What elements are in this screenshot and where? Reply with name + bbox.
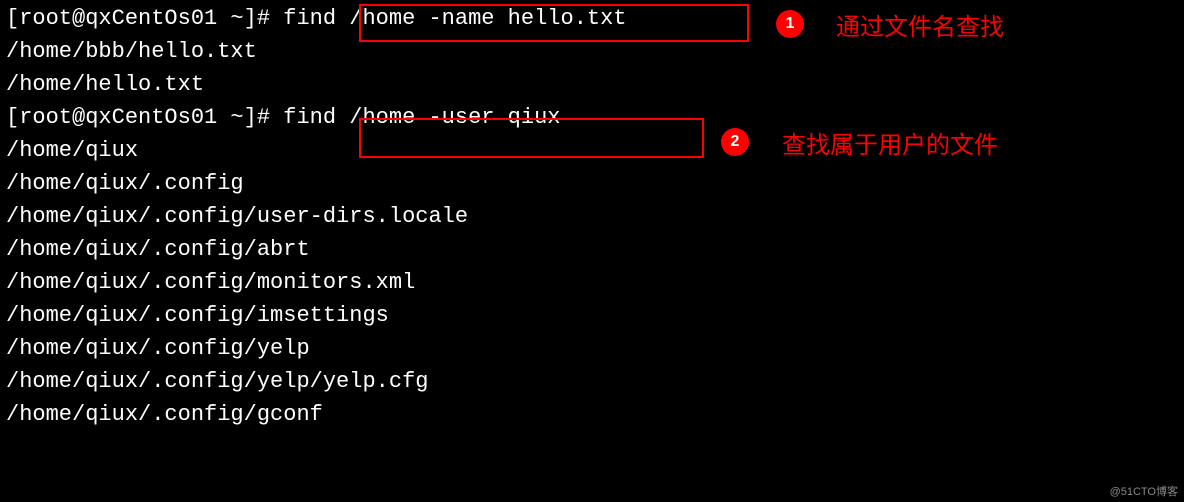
output-line: /home/qiux/.config/yelp xyxy=(6,332,1178,365)
output-line: /home/qiux xyxy=(6,134,1178,167)
badge-2: 2 xyxy=(721,128,749,156)
output-line: /home/qiux/.config/imsettings xyxy=(6,299,1178,332)
command-text: find /home -user qiux xyxy=(283,105,560,130)
annotation-1: 通过文件名查找 xyxy=(836,10,1004,46)
shell-prompt: [root@qxCentOs01 ~]# xyxy=(6,6,270,31)
output-line: /home/qiux/.config xyxy=(6,167,1178,200)
output-line: /home/qiux/.config/abrt xyxy=(6,233,1178,266)
output-line: /home/hello.txt xyxy=(6,68,1178,101)
command-text: find /home -name hello.txt xyxy=(283,6,626,31)
output-line: /home/qiux/.config/monitors.xml xyxy=(6,266,1178,299)
badge-1: 1 xyxy=(776,10,804,38)
output-line: /home/qiux/.config/user-dirs.locale xyxy=(6,200,1178,233)
annotation-2: 查找属于用户的文件 xyxy=(782,128,998,164)
shell-prompt: [root@qxCentOs01 ~]# xyxy=(6,105,270,130)
output-line: /home/qiux/.config/gconf xyxy=(6,398,1178,431)
watermark: @51CTO博客 xyxy=(1110,484,1178,501)
output-line: /home/qiux/.config/yelp/yelp.cfg xyxy=(6,365,1178,398)
terminal-line-2: [root@qxCentOs01 ~]# find /home -user qi… xyxy=(6,101,1178,134)
